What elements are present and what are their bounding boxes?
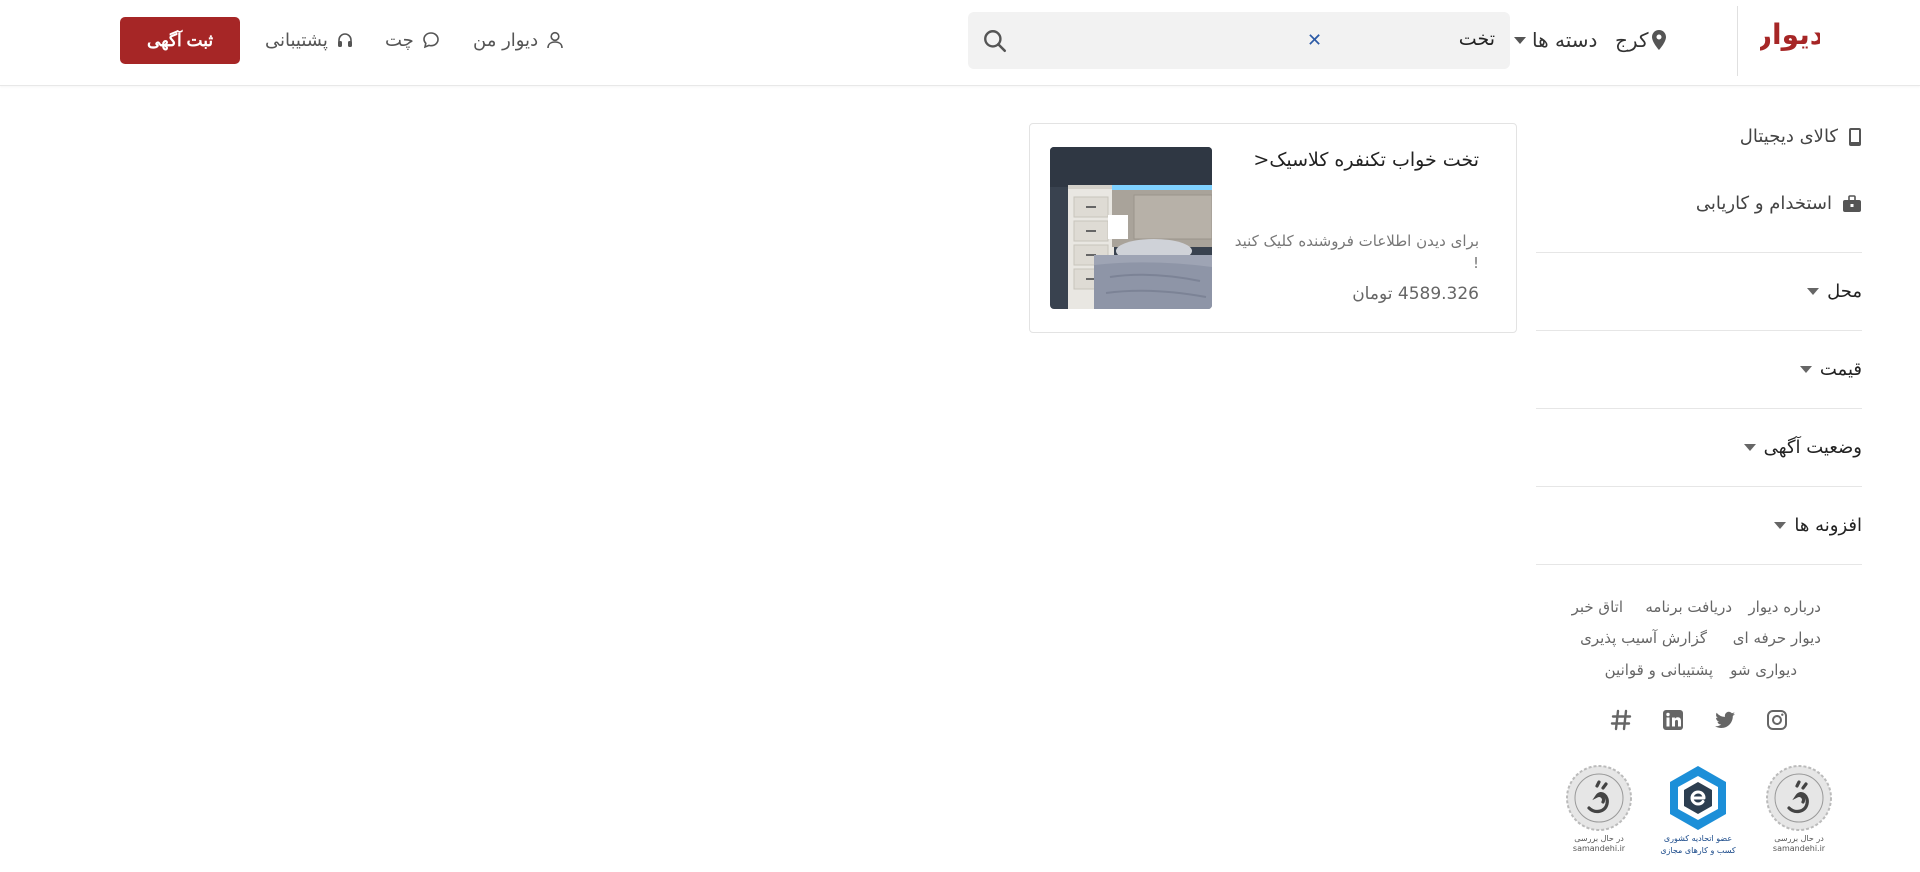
top-header: دیوار کرج دسته ها تخت ✕ دیوار من چت پشتی… <box>0 0 1920 86</box>
sidebar-item-digital-goods[interactable]: کالای دیجیتال <box>1740 126 1862 147</box>
footer-link-pro[interactable]: دیوار حرفه ای <box>1733 629 1821 647</box>
listing-title: تخت خواب تکنفره کلاسیک< <box>1253 149 1479 171</box>
mobile-icon <box>1849 127 1861 146</box>
listing-price: 4589.326 تومان <box>1352 284 1479 304</box>
user-icon <box>547 31 563 49</box>
instagram-icon[interactable] <box>1765 708 1789 732</box>
chat-label: چت <box>385 29 414 51</box>
chevron-down-icon <box>1807 288 1820 295</box>
filter-addons[interactable]: افزونه ها <box>1536 486 1862 564</box>
briefcase-icon <box>1843 194 1861 212</box>
divider <box>1536 564 1862 565</box>
footer-link-about[interactable]: درباره دیوار <box>1748 598 1821 616</box>
post-ad-button[interactable]: ثبت آگهی <box>120 17 240 64</box>
sidebar-item-jobs[interactable]: استخدام و کاریابی <box>1696 193 1862 214</box>
chat-link[interactable]: چت <box>385 26 440 54</box>
badge-subcaption: samandehi.ir <box>1572 844 1626 853</box>
samandehi-badge[interactable]: در حال بررسی samandehi.ir <box>1559 764 1639 864</box>
city-label: کرج <box>1615 28 1649 52</box>
filter-price[interactable]: قیمت <box>1536 330 1862 408</box>
footer-link-app[interactable]: دریافت برنامه <box>1645 598 1732 616</box>
footer-link-newsroom[interactable]: اتاق خبر <box>1572 598 1623 616</box>
badge-subcaption: samandehi.ir <box>1772 844 1826 853</box>
samandehi-badge[interactable]: در حال بررسی samandehi.ir <box>1759 764 1839 864</box>
search-input[interactable]: تخت <box>1459 28 1495 50</box>
my-divar-link[interactable]: دیوار من <box>473 26 564 54</box>
filter-location[interactable]: محل <box>1536 252 1862 330</box>
location-pin-icon <box>1652 30 1667 50</box>
footer-link-vuln-report[interactable]: گزارش آسیب پذیری <box>1580 629 1707 647</box>
linkedin-icon[interactable] <box>1661 708 1685 732</box>
categories-label: دسته ها <box>1532 28 1598 52</box>
sidebar-item-label: کالای دیجیتال <box>1739 126 1838 147</box>
chat-icon <box>423 32 439 49</box>
filter-label: افزونه ها <box>1794 515 1862 536</box>
city-selector[interactable]: کرج <box>1615 26 1667 54</box>
divar-logo[interactable]: دیوار <box>1754 12 1824 58</box>
badge-caption: عضو اتحادیه کشوری <box>1663 834 1733 843</box>
filter-label: قیمت <box>1819 359 1862 380</box>
logo-text: دیوار <box>1760 18 1820 51</box>
chevron-down-icon <box>1774 522 1787 529</box>
filter-ad-status[interactable]: وضعیت آگهی <box>1536 408 1862 486</box>
categories-dropdown[interactable]: دسته ها <box>1514 26 1597 54</box>
listing-card[interactable]: تخت خواب تکنفره کلاسیک< برای دیدن اطلاعا… <box>1029 123 1517 333</box>
support-link[interactable]: پشتیبانی <box>265 26 354 54</box>
my-divar-label: دیوار من <box>473 29 539 51</box>
hashtag-icon[interactable] <box>1609 708 1633 732</box>
search-icon[interactable] <box>982 28 1008 54</box>
chevron-down-icon <box>1799 366 1812 373</box>
footer-link-join[interactable]: دیواری شو <box>1730 661 1797 679</box>
close-icon[interactable]: ✕ <box>1307 30 1322 51</box>
footer-link-support[interactable]: پشتیبانی و قوانین <box>1605 661 1713 679</box>
twitter-icon[interactable] <box>1713 708 1737 732</box>
enamad-badge[interactable]: عضو اتحادیه کشوری کسب و کارهای مجازی <box>1658 764 1738 864</box>
header-divider <box>1737 6 1738 76</box>
listing-thumbnail <box>1050 147 1212 309</box>
badge-caption: در حال بررسی <box>1774 834 1824 843</box>
badge-subcaption: کسب و کارهای مجازی <box>1660 846 1736 855</box>
badge-caption: در حال بررسی <box>1574 834 1624 843</box>
support-label: پشتیبانی <box>265 29 328 51</box>
chevron-down-icon <box>1743 444 1756 451</box>
search-box[interactable]: تخت ✕ <box>968 12 1510 69</box>
sidebar-item-label: استخدام و کاریابی <box>1695 193 1832 214</box>
headset-icon <box>337 33 352 47</box>
chevron-down-icon <box>1514 36 1526 44</box>
filter-label: وضعیت آگهی <box>1763 437 1862 458</box>
listing-description: برای دیدن اطلاعات فروشنده کلیک کنید ! <box>1234 232 1479 272</box>
filter-label: محل <box>1827 281 1862 302</box>
